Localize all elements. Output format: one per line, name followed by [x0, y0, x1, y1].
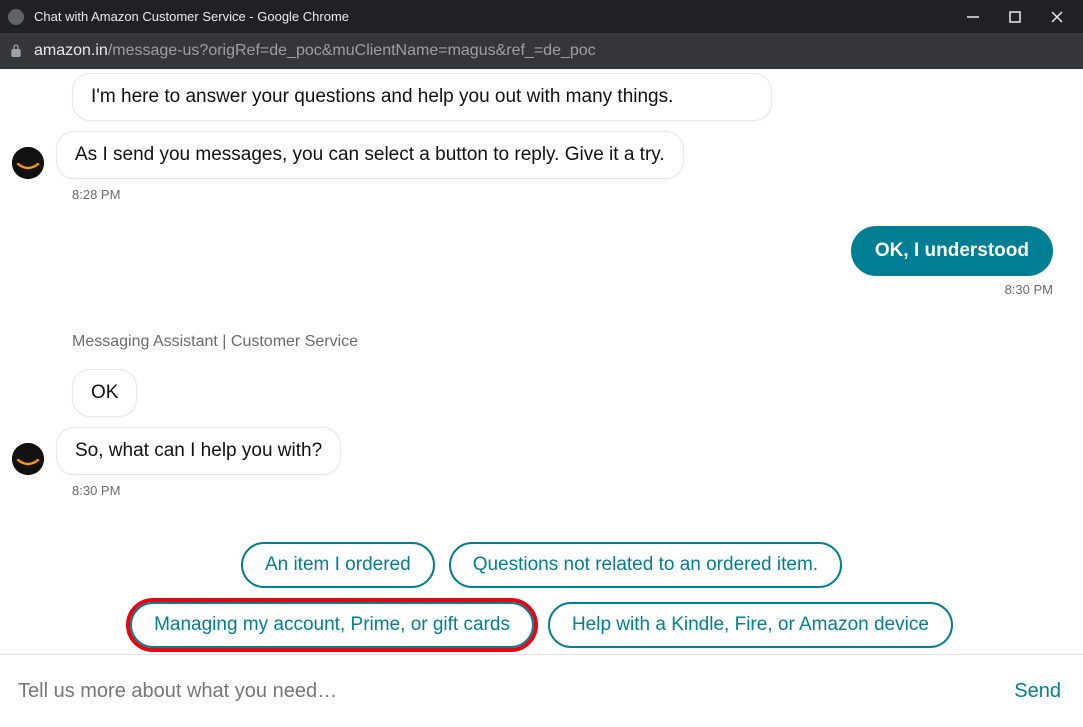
window-title: Chat with Amazon Customer Service - Goog… [34, 9, 963, 24]
url-domain: amazon.in [34, 42, 108, 60]
window-controls [963, 7, 1075, 27]
bot-message: So, what can I help you with? [56, 427, 341, 475]
chat-input[interactable] [18, 680, 1010, 703]
send-button[interactable]: Send [1010, 674, 1065, 709]
bot-message: As I send you messages, you can select a… [56, 131, 684, 179]
app-icon [8, 9, 24, 25]
chat-area: I'm here to answer your questions and he… [0, 69, 1083, 654]
timestamp: 8:28 PM [72, 187, 1071, 202]
bot-avatar [12, 443, 44, 475]
bot-message: OK [72, 369, 137, 417]
window-minimize-button[interactable] [963, 7, 983, 27]
user-message: OK, I understood [851, 226, 1053, 276]
window-maximize-button[interactable] [1005, 7, 1025, 27]
lock-icon [8, 43, 24, 59]
window-close-button[interactable] [1047, 7, 1067, 27]
chat-input-area: Send [0, 654, 1083, 727]
sender-label: Messaging Assistant | Customer Service [72, 333, 1071, 351]
window-titlebar: Chat with Amazon Customer Service - Goog… [0, 0, 1083, 33]
option-managing-my-account[interactable]: Managing my account, Prime, or gift card… [130, 602, 534, 648]
quick-reply-options: An item I ordered Questions not related … [12, 542, 1071, 654]
timestamp: 8:30 PM [12, 282, 1071, 297]
bot-message: I'm here to answer your questions and he… [72, 73, 772, 121]
bot-avatar [12, 147, 44, 179]
timestamp: 8:30 PM [72, 483, 1071, 498]
option-an-item-i-ordered[interactable]: An item I ordered [241, 542, 435, 588]
option-questions-not-related[interactable]: Questions not related to an ordered item… [449, 542, 842, 588]
option-help-kindle-fire[interactable]: Help with a Kindle, Fire, or Amazon devi… [548, 602, 953, 648]
url-path: /message-us?origRef=de_poc&muClientName=… [108, 42, 596, 60]
address-bar[interactable]: amazon.in/message-us?origRef=de_poc&muCl… [0, 33, 1083, 69]
